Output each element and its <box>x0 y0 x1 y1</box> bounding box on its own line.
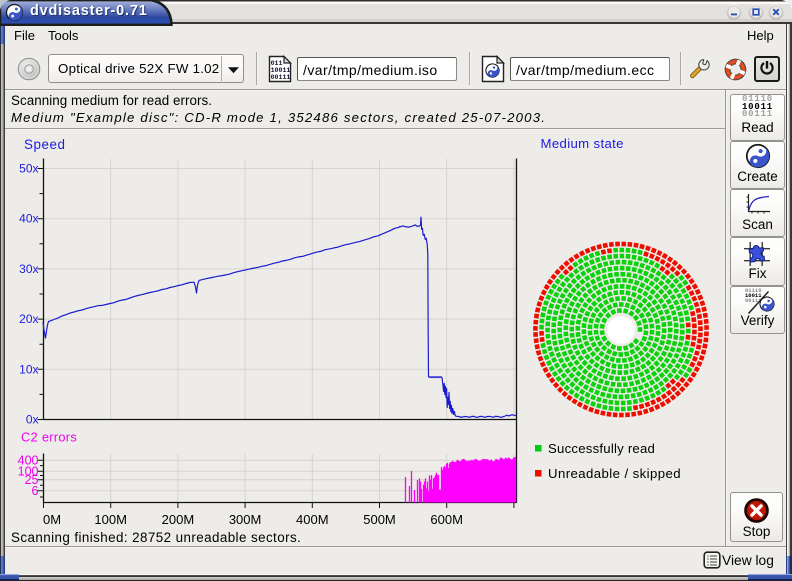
svg-text:6: 6 <box>32 484 39 498</box>
svg-text:0M: 0M <box>43 512 61 527</box>
svg-text:Medium state: Medium state <box>541 136 624 151</box>
svg-text:0x: 0x <box>26 413 39 427</box>
svg-text:400M: 400M <box>296 512 329 527</box>
svg-text:10x: 10x <box>19 362 38 376</box>
svg-text:300M: 300M <box>229 512 262 527</box>
svg-text:Speed: Speed <box>24 137 65 152</box>
svg-text:C2 errors: C2 errors <box>21 430 77 445</box>
svg-text:50x: 50x <box>19 162 38 176</box>
svg-text:500M: 500M <box>363 512 396 527</box>
svg-text:100M: 100M <box>94 512 127 527</box>
svg-text:200M: 200M <box>162 512 195 527</box>
svg-text:30x: 30x <box>19 262 38 276</box>
svg-text:600M: 600M <box>430 512 463 527</box>
svg-text:40x: 40x <box>19 212 38 226</box>
svg-text:20x: 20x <box>19 312 38 326</box>
